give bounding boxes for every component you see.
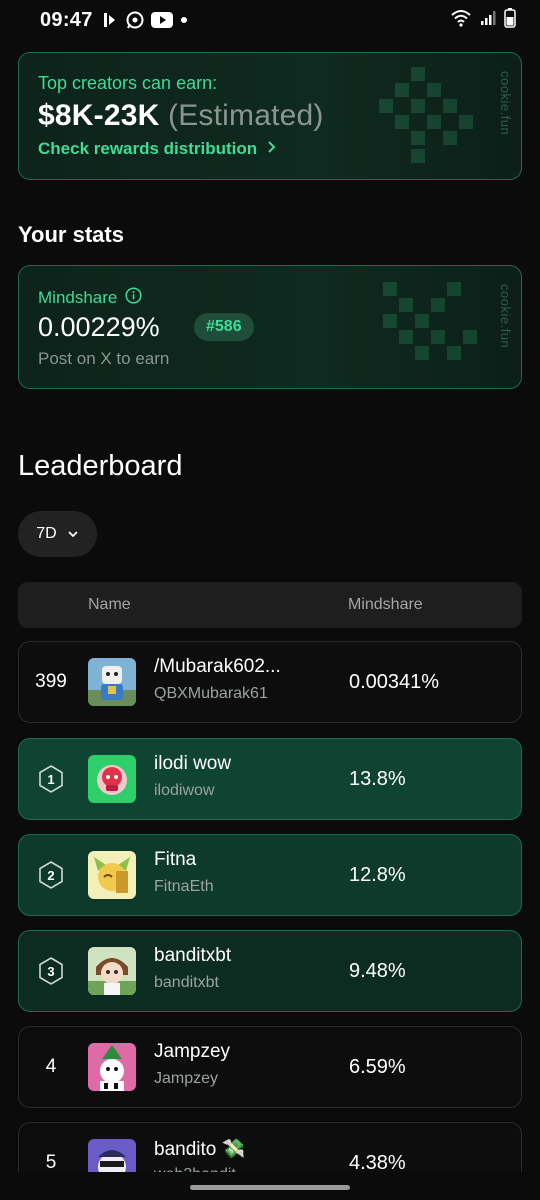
check-rewards-label: Check rewards distribution bbox=[38, 139, 258, 158]
mindshare-card: Mindshare 0.00229% #586 Post on X to ear… bbox=[18, 265, 522, 389]
mindshare-percent: 12.8% bbox=[349, 863, 406, 886]
rewards-range: $8K-23K bbox=[38, 99, 160, 132]
rewards-card: Top creators can earn: $8K-23K (Estimate… bbox=[18, 52, 522, 180]
mindshare-value: 0.00229% bbox=[38, 312, 160, 342]
table-row-self[interactable]: 399 /Mubarak602... QBXMubarak61 0.00341% bbox=[18, 641, 522, 723]
user-handle: banditxbt bbox=[154, 974, 219, 991]
time-range-dropdown[interactable]: 7D bbox=[18, 511, 97, 557]
chevron-down-icon bbox=[67, 525, 79, 543]
table-row[interactable]: 4 Jampzey Jampzey 6.59% bbox=[18, 1026, 522, 1108]
table-row[interactable]: 1 ilodi wow ilodiwow 13.8% bbox=[18, 738, 522, 820]
user-handle: FitnaEth bbox=[154, 878, 214, 895]
rewards-label: Top creators can earn: bbox=[38, 73, 218, 93]
leaderboard-title: Leaderboard bbox=[18, 450, 183, 482]
user-name: /Mubarak602... bbox=[154, 656, 281, 677]
avatar bbox=[88, 1043, 136, 1091]
mindshare-percent: 6.59% bbox=[349, 1055, 406, 1078]
column-name[interactable]: Name bbox=[88, 596, 131, 614]
pixel-decoration bbox=[379, 67, 473, 163]
user-name: Fitna bbox=[154, 849, 197, 870]
cookie-watermark: cookie.fun bbox=[498, 284, 513, 349]
user-handle: ilodiwow bbox=[154, 782, 215, 799]
rewards-amount: $8K-23K (Estimated) bbox=[38, 99, 324, 133]
rank-number: 1 bbox=[47, 772, 54, 787]
table-row[interactable]: 3 banditxbt banditxbt 9.48% bbox=[18, 930, 522, 1012]
whatsapp-icon bbox=[125, 10, 145, 30]
youtube-icon bbox=[150, 12, 173, 28]
home-gesture-bar[interactable] bbox=[190, 1185, 350, 1190]
column-mindshare[interactable]: Mindshare bbox=[348, 596, 423, 614]
rank-badge-icon: 2 bbox=[27, 835, 75, 915]
your-stats-title: Your stats bbox=[18, 222, 124, 247]
battery-icon bbox=[504, 7, 516, 33]
user-name: Jampzey bbox=[154, 1041, 231, 1062]
signal-icon bbox=[480, 10, 496, 31]
user-handle: QBXMubarak61 bbox=[154, 685, 268, 702]
cookie-watermark: cookie.fun bbox=[498, 71, 513, 136]
rank-number: 3 bbox=[47, 964, 54, 979]
rank-number: 399 bbox=[35, 671, 67, 692]
wifi-icon bbox=[450, 9, 472, 32]
mindshare-percent: 13.8% bbox=[349, 767, 406, 790]
status-time: 09:47 bbox=[40, 8, 93, 31]
notification-icon bbox=[101, 11, 119, 29]
post-to-earn-text: Post on X to earn bbox=[38, 349, 170, 368]
status-bar: 09:47 bbox=[0, 0, 540, 40]
avatar bbox=[88, 947, 136, 995]
rank-badge-icon: 1 bbox=[27, 739, 75, 819]
mindshare-label: Mindshare bbox=[38, 287, 142, 309]
pixel-decoration bbox=[383, 282, 477, 360]
rank-number: 4 bbox=[45, 1056, 57, 1077]
avatar bbox=[88, 851, 136, 899]
mindshare-percent: 9.48% bbox=[349, 959, 406, 982]
user-name: banditxbt bbox=[154, 945, 232, 966]
rank-number: 2 bbox=[47, 868, 54, 883]
info-icon[interactable] bbox=[125, 287, 142, 309]
avatar bbox=[88, 755, 136, 803]
mindshare-label-text: Mindshare bbox=[38, 288, 118, 307]
user-handle: Jampzey bbox=[154, 1070, 219, 1087]
user-name: ilodi wow bbox=[154, 753, 232, 774]
check-rewards-link[interactable]: Check rewards distribution bbox=[38, 139, 277, 159]
dot-icon bbox=[179, 15, 189, 25]
rank-badge: #586 bbox=[194, 313, 254, 341]
rewards-estimated: (Estimated) bbox=[168, 99, 324, 132]
table-row[interactable]: 2 Fitna FitnaEth 12.8% bbox=[18, 834, 522, 916]
table-header: Name Mindshare bbox=[18, 582, 522, 628]
rank-badge-icon: 3 bbox=[27, 931, 75, 1011]
user-name: bandito 💸 bbox=[154, 1139, 246, 1160]
time-range-value: 7D bbox=[36, 525, 57, 542]
chevron-right-icon bbox=[267, 139, 277, 159]
avatar bbox=[88, 658, 136, 706]
mindshare-percent: 0.00341% bbox=[349, 670, 440, 693]
